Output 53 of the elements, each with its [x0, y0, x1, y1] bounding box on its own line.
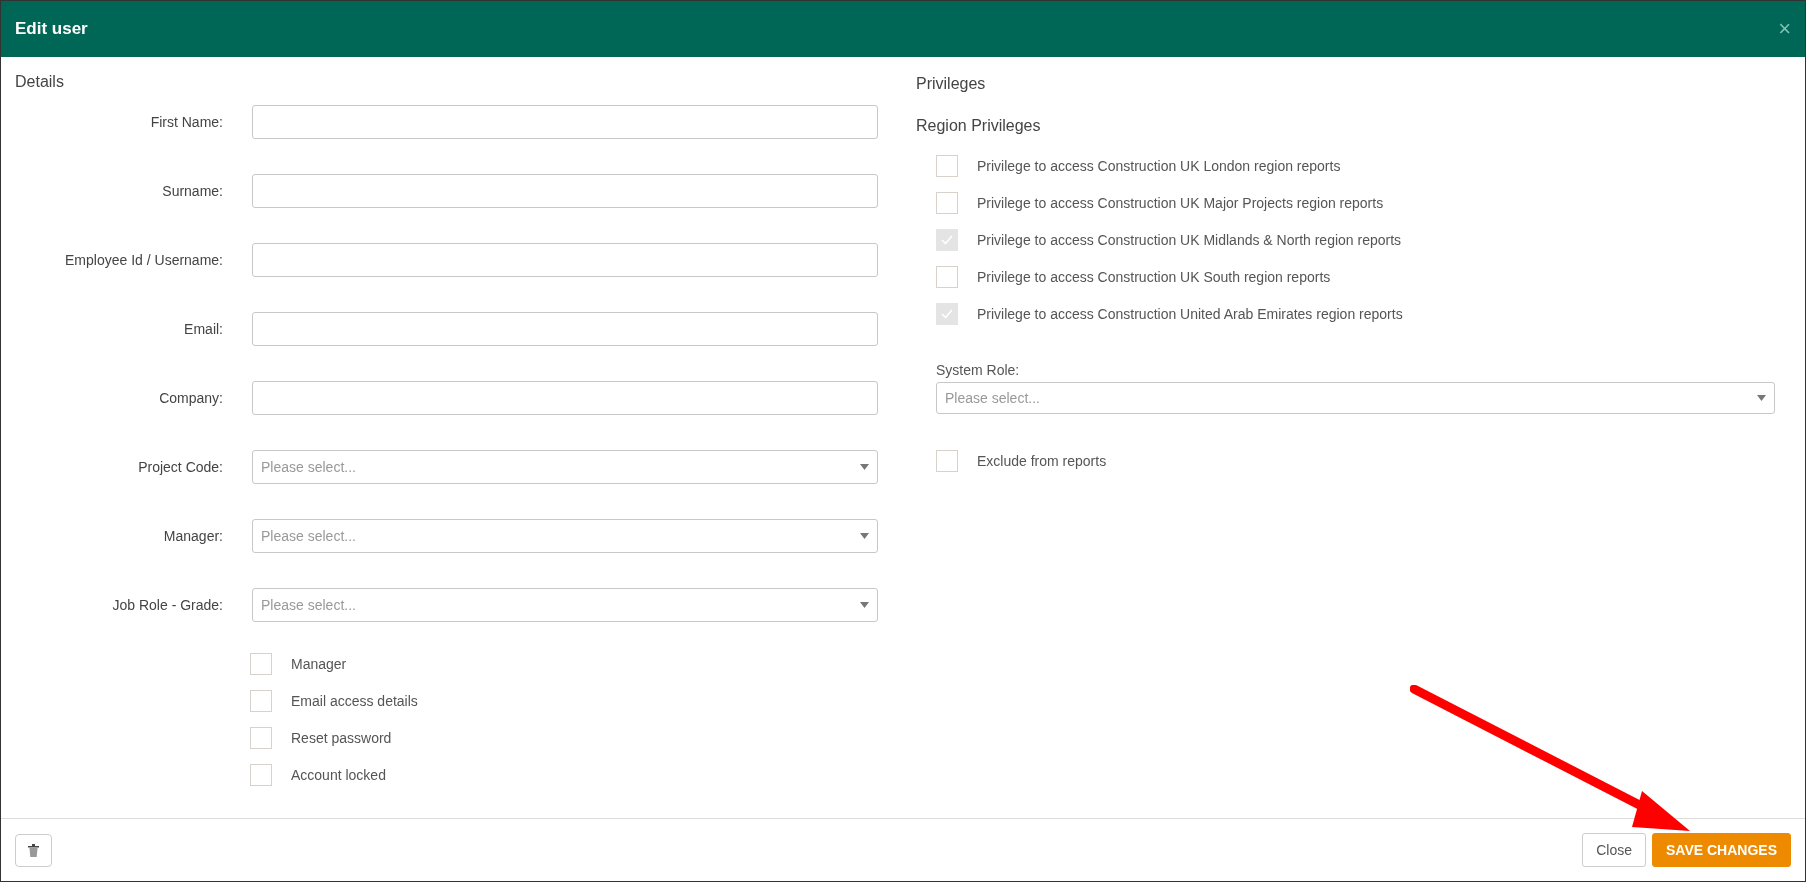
field-label: First Name: — [149, 114, 224, 130]
checkbox[interactable] — [250, 764, 272, 786]
trash-icon — [28, 843, 39, 857]
checkbox-label: Privilege to access Construction UK Midlands & North region reports — [977, 232, 1402, 248]
select-field[interactable]: Please select... — [252, 450, 878, 484]
save-button[interactable]: SAVE CHANGES — [1652, 833, 1791, 867]
caret-icon — [860, 464, 869, 470]
field-label: Email: — [183, 321, 224, 337]
select-field[interactable]: Please select... — [252, 588, 878, 622]
checkbox-label: Reset password — [291, 730, 392, 746]
checkbox[interactable] — [250, 653, 272, 675]
checkbox-label: Exclude from reports — [977, 453, 1107, 469]
checkbox[interactable] — [936, 266, 958, 288]
field-label: Manager: — [162, 528, 224, 544]
text-field[interactable] — [252, 105, 878, 139]
check-icon — [941, 309, 953, 319]
select-field[interactable]: Please select... — [936, 382, 1775, 414]
close-icon[interactable]: × — [1778, 18, 1791, 40]
checkbox-label: Privilege to access Construction UK London region reports — [977, 158, 1341, 174]
subsection-heading: Region Privileges — [916, 117, 1042, 135]
checkbox-label: Manager — [291, 656, 347, 672]
checkbox-label: Privilege to access Construction UK South region reports — [977, 269, 1331, 285]
select-field[interactable]: Please select... — [252, 519, 878, 553]
text-field[interactable] — [252, 243, 878, 277]
caret-icon — [860, 602, 869, 608]
checkbox-label: Privilege to access Construction UK Major Projects region reports — [977, 195, 1384, 211]
field-label: Company: — [158, 390, 224, 406]
checkbox-label: Email access details — [291, 693, 418, 709]
field-label: Project Code: — [137, 459, 224, 475]
caret-icon — [1757, 395, 1766, 401]
field-label: Employee Id / Username: — [64, 252, 224, 268]
caret-icon — [860, 533, 869, 539]
checkbox[interactable] — [936, 155, 958, 177]
field-label: Job Role - Grade: — [111, 597, 224, 613]
checkbox[interactable] — [250, 727, 272, 749]
text-field[interactable] — [252, 381, 878, 415]
text-field[interactable] — [252, 312, 878, 346]
checkbox[interactable] — [936, 450, 958, 472]
checkbox[interactable] — [936, 192, 958, 214]
check-icon — [941, 235, 953, 245]
delete-button[interactable] — [15, 833, 52, 867]
checkbox[interactable] — [936, 303, 958, 325]
field-label: System Role: — [936, 362, 1020, 378]
checkbox[interactable] — [250, 690, 272, 712]
close-button[interactable]: Close — [1582, 833, 1646, 867]
dialog-title: Edit user — [15, 19, 88, 39]
section-heading: Details — [15, 73, 65, 91]
checkbox-label: Privilege to access Construction United Arab Emirates region reports — [977, 306, 1403, 322]
checkbox-label: Account locked — [291, 767, 386, 783]
checkbox[interactable] — [936, 229, 958, 251]
field-label: Surname: — [161, 183, 224, 199]
section-heading: Privileges — [916, 75, 987, 93]
text-field[interactable] — [252, 174, 878, 208]
